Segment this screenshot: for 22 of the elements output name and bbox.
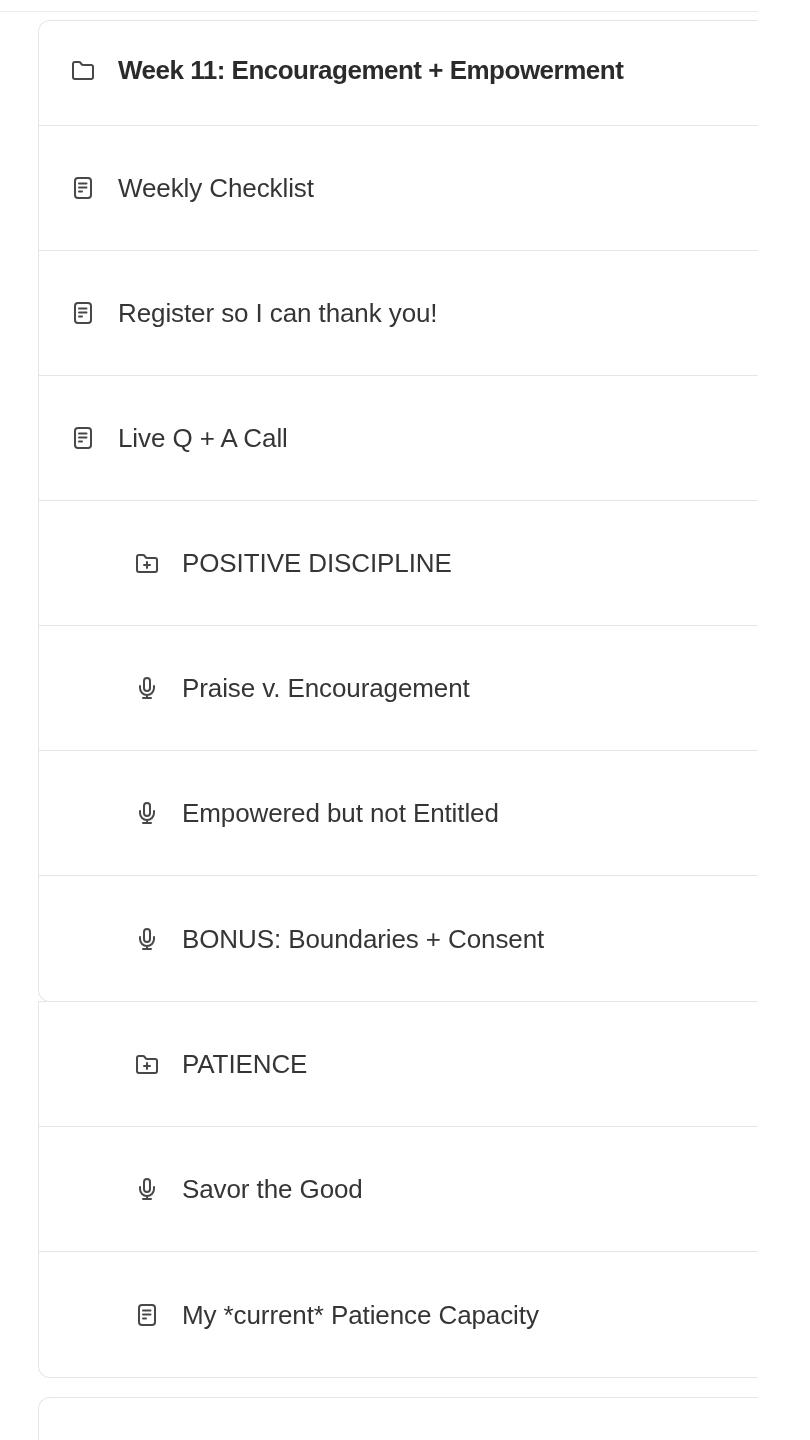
document-icon <box>74 177 92 199</box>
lesson-title[interactable]: Empowered but not Entitled <box>182 797 499 829</box>
document-icon <box>74 427 92 449</box>
microphone-icon <box>139 1178 155 1200</box>
microphone-icon <box>139 927 155 950</box>
folder-plus-icon <box>136 553 158 573</box>
microphone-icon <box>139 677 155 699</box>
section-title[interactable]: PATIENCE <box>182 1048 308 1080</box>
document-icon <box>138 1303 156 1326</box>
lesson-title[interactable]: Savor the Good <box>182 1173 363 1205</box>
document-icon <box>74 302 92 324</box>
section-title[interactable]: POSITIVE DISCIPLINE <box>182 547 452 579</box>
folder-plus-icon <box>136 1054 158 1074</box>
lesson-title[interactable]: BONUS: Boundaries + Consent <box>182 922 545 955</box>
lesson-title[interactable]: Praise v. Encouragement <box>182 672 470 704</box>
lesson-title[interactable]: My *current* Patience Capacity <box>182 1298 539 1331</box>
lesson-title[interactable]: Register so I can thank you! <box>118 297 438 329</box>
microphone-icon <box>139 802 155 824</box>
lesson-title[interactable]: Live Q + A Call <box>118 422 288 454</box>
lesson-title[interactable]: Weekly Checklist <box>118 172 314 204</box>
folder-icon <box>72 60 94 80</box>
module-title[interactable]: Week 11: Encouragement + Empowerment <box>118 54 624 86</box>
